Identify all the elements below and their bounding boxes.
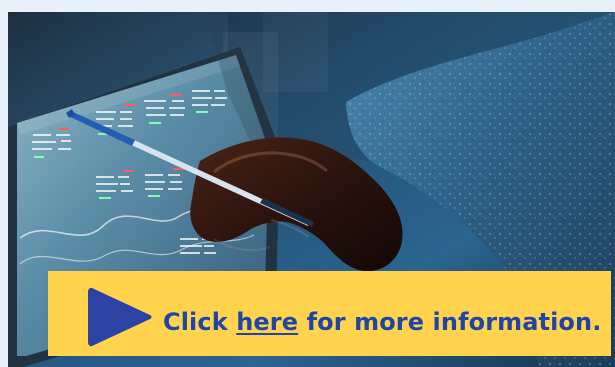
here-link[interactable]: here <box>236 308 298 336</box>
more-info-message: Click here for more information. <box>163 307 601 337</box>
message-prefix: Click <box>163 308 237 336</box>
promo-card: Click here for more information. <box>0 0 615 367</box>
message-suffix: for more information. <box>298 308 602 336</box>
info-banner: Click here for more information. <box>48 271 611 356</box>
play-icon <box>88 284 154 350</box>
